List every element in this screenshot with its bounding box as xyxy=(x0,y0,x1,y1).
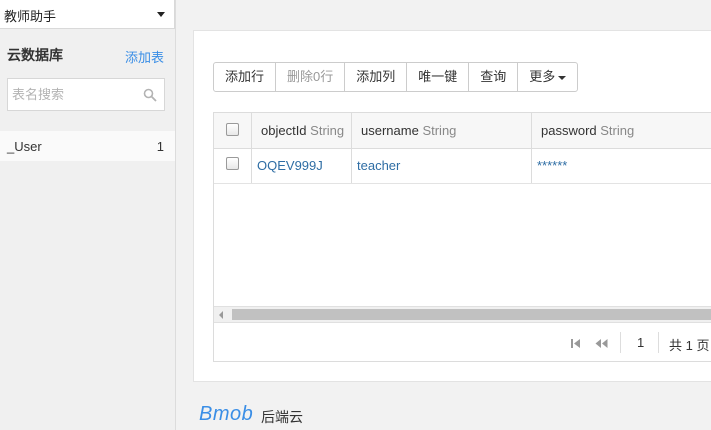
sidebar-item-user[interactable]: _User 1 xyxy=(0,131,175,161)
grid-header: objectId String username String password… xyxy=(214,113,711,149)
delete-rows-button[interactable]: 删除0行 xyxy=(276,63,346,91)
add-column-button[interactable]: 添加列 xyxy=(345,63,408,91)
column-type: String xyxy=(422,123,457,138)
chevron-down-icon xyxy=(157,12,165,17)
column-header-username[interactable]: username String xyxy=(352,113,532,148)
select-all-cell xyxy=(214,113,252,148)
table-row-count: 1 xyxy=(156,139,164,154)
search-icon[interactable] xyxy=(143,88,157,102)
table-search-input[interactable] xyxy=(8,79,138,110)
scroll-left-icon[interactable] xyxy=(219,311,223,319)
column-name: password xyxy=(541,123,597,138)
cell-objectid[interactable]: OQEV999J xyxy=(252,149,352,183)
row-checkbox[interactable] xyxy=(226,157,239,170)
column-name: objectId xyxy=(261,123,307,138)
divider xyxy=(620,332,621,353)
add-table-link[interactable]: 添加表 xyxy=(125,47,164,66)
table-name: _User xyxy=(7,139,42,154)
more-button-label: 更多 xyxy=(529,69,556,84)
cell-username[interactable]: teacher xyxy=(352,149,532,183)
horizontal-scrollbar[interactable] xyxy=(214,306,711,323)
column-type: String xyxy=(310,123,345,138)
bmob-logo: Bmob xyxy=(199,403,254,425)
first-page-icon[interactable] xyxy=(570,338,581,349)
table-toolbar: 添加行 删除0行 添加列 唯一键 查询 更多 xyxy=(213,62,579,92)
query-button[interactable]: 查询 xyxy=(469,63,519,91)
column-header-objectid[interactable]: objectId String xyxy=(252,113,352,148)
cell-password[interactable]: ****** xyxy=(532,149,711,183)
table-row[interactable]: OQEV999J teacher ****** xyxy=(214,149,711,184)
app-selector[interactable]: 教师助手 xyxy=(0,0,175,29)
divider xyxy=(658,332,659,353)
unique-key-button[interactable]: 唯一键 xyxy=(407,63,470,91)
more-button[interactable]: 更多 xyxy=(518,63,577,91)
row-select-cell xyxy=(214,149,252,183)
column-header-password[interactable]: password String xyxy=(532,113,711,148)
column-type: String xyxy=(600,123,635,138)
app-selector-value: 教师助手 xyxy=(4,9,57,24)
total-pages-label: 共 1 页 xyxy=(669,338,710,353)
caret-down-icon xyxy=(558,75,567,80)
footer-text: 后端云 xyxy=(261,409,303,425)
scrollbar-thumb[interactable] xyxy=(232,309,711,320)
table-search xyxy=(7,78,165,111)
current-page-input[interactable]: 1 xyxy=(637,335,653,350)
pagination: 1 共 1 页 xyxy=(214,324,711,361)
previous-page-icon[interactable] xyxy=(595,338,608,349)
column-name: username xyxy=(361,123,419,138)
select-all-checkbox[interactable] xyxy=(226,123,239,136)
add-row-button[interactable]: 添加行 xyxy=(214,63,277,91)
sidebar: 教师助手 云数据库 添加表 _User 1 xyxy=(0,0,176,430)
data-grid: objectId String username String password… xyxy=(213,112,711,362)
sidebar-title: 云数据库 xyxy=(7,47,63,63)
